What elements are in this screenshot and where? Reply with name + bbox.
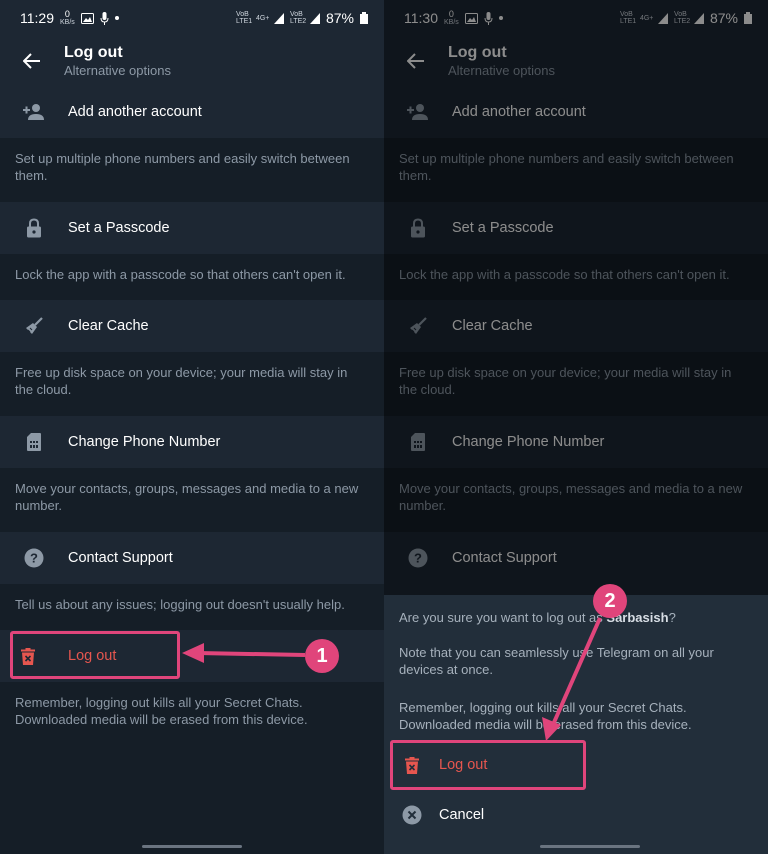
cancel-label: Cancel [439,807,485,823]
annotation-highlight-logout [10,631,180,679]
back-button[interactable] [0,36,64,86]
clear-cache-label: Clear Cache [68,318,149,334]
page-title: Log out [64,44,123,61]
mic-icon [100,11,109,25]
contact-support-row[interactable]: ? Contact Support [0,532,384,584]
annotation-highlight-confirm [390,740,586,790]
status-speed-unit: KB/s [60,19,75,26]
logout-info: Remember, logging out kills all your Sec… [0,682,384,854]
confirm-question: Are you sure you want to log out as Sarb… [399,610,676,625]
back-arrow-icon [23,53,40,69]
signal-icon [309,12,320,24]
add-account-row[interactable]: Add another account [0,86,384,138]
passcode-row[interactable]: Set a Passcode [0,202,384,254]
status-time: 11:29 [20,10,54,26]
toolbar: Log out Alternative options [0,36,384,86]
contact-support-label: Contact Support [68,550,173,566]
cancel-button[interactable]: Cancel [384,793,768,837]
signal-icon [273,12,284,24]
sim-card-icon [27,433,41,451]
net-lte1: VoB LTE1 [235,11,253,25]
battery-percent: 87% [325,10,354,26]
contact-support-info: Tell us about any issues; logging out do… [0,584,384,630]
screen-right: 11:30 0 KB/s VoB LTE1 4G+ VoB LTE2 87% L… [384,0,768,854]
broom-icon [26,317,43,334]
passcode-info: Lock the app with a passcode so that oth… [0,254,384,300]
svg-text:?: ? [30,551,38,566]
logout-confirm-sheet: Are you sure you want to log out as Sarb… [384,595,768,854]
net-4g: 4G+ [255,14,270,22]
lock-icon [27,218,41,238]
change-phone-info: Move your contacts, groups, messages and… [0,468,384,532]
passcode-label: Set a Passcode [68,220,170,236]
add-user-icon [23,104,44,120]
net-lte2: VoB LTE2 [289,11,307,25]
clear-cache-info: Free up disk space on your device; your … [0,352,384,416]
page-subtitle: Alternative options [64,63,171,78]
gallery-icon [80,12,94,24]
close-circle-icon [402,805,421,825]
gesture-bar [540,845,640,848]
annotation-badge-1: 1 [305,639,339,673]
status-bar: 11:29 0 KB/s VoB LTE1 4G+ VoB LTE2 87% [0,0,384,36]
confirm-note: Note that you can seamlessly use Telegra… [399,645,714,677]
add-account-label: Add another account [68,104,202,120]
help-icon: ? [24,548,44,568]
notification-dot-icon [114,16,119,20]
clear-cache-row[interactable]: Clear Cache [0,300,384,352]
annotation-badge-2: 2 [593,584,627,618]
change-phone-row[interactable]: Change Phone Number [0,416,384,468]
change-phone-label: Change Phone Number [68,434,221,450]
screen-left: 11:29 0 KB/s VoB LTE1 4G+ VoB LTE2 87% L… [0,0,384,854]
add-account-info: Set up multiple phone numbers and easily… [0,138,384,202]
battery-icon [360,12,368,24]
gesture-bar [142,845,242,848]
status-speed-value: 0 [64,9,70,19]
confirm-remember: Remember, logging out kills all your Sec… [399,700,692,732]
